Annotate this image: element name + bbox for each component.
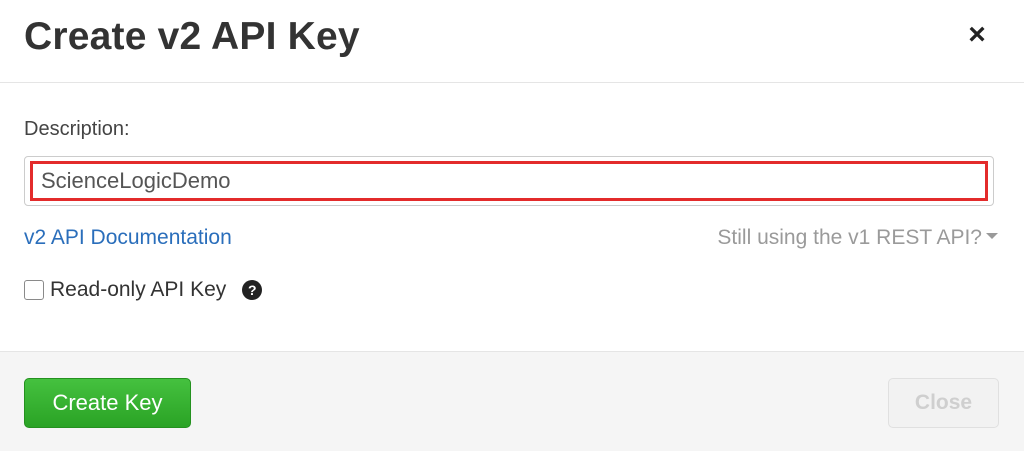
description-input[interactable] xyxy=(30,161,988,201)
close-icon[interactable]: × xyxy=(960,18,994,52)
create-api-key-modal: Create v2 API Key × Description: v2 API … xyxy=(0,0,1024,451)
read-only-row: Read-only API Key ? xyxy=(24,276,263,304)
v2-api-documentation-link[interactable]: v2 API Documentation xyxy=(24,226,232,250)
modal-footer: Create Key Close xyxy=(0,351,1024,451)
modal-header: Create v2 API Key × xyxy=(0,0,1024,83)
v1-rest-api-toggle[interactable]: Still using the v1 REST API? xyxy=(717,226,998,250)
description-label: Description: xyxy=(24,118,130,140)
create-key-button[interactable]: Create Key xyxy=(24,378,191,428)
question-circle-icon[interactable]: ? xyxy=(242,280,263,300)
caret-down-icon xyxy=(986,233,998,240)
description-field-wrapper xyxy=(24,156,994,206)
modal-body: Description: v2 API Documentation Still … xyxy=(0,83,1024,351)
close-button[interactable]: Close xyxy=(888,378,999,428)
v1-rest-api-toggle-label: Still using the v1 REST API? xyxy=(717,226,982,249)
modal-title: Create v2 API Key xyxy=(24,15,360,58)
read-only-checkbox[interactable] xyxy=(24,280,44,300)
read-only-label[interactable]: Read-only API Key xyxy=(50,278,226,302)
